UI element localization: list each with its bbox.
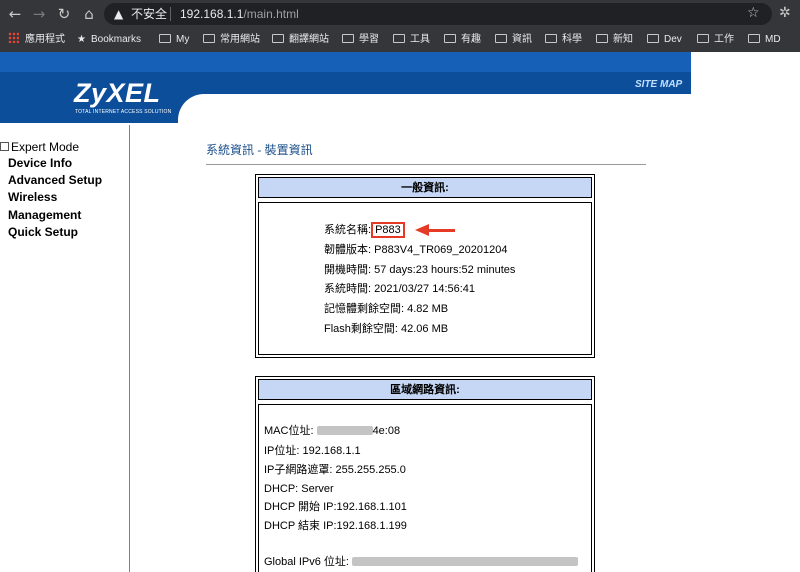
dhcp-start-row: DHCP 開始 IP:192.168.1.101 — [264, 501, 407, 513]
bookmark-folder-translate[interactable]: 翻譯網站 — [272, 32, 329, 48]
header-top-strip — [0, 52, 691, 72]
bookmark-star-icon[interactable]: ☆ — [747, 4, 760, 22]
sidebar-divider — [129, 125, 130, 572]
folder-icon — [495, 34, 507, 43]
ip-row: IP位址: 192.168.1.1 — [264, 445, 361, 457]
forward-icon[interactable]: → — [30, 5, 48, 23]
subnet-row: IP子網路遮罩: 255.255.255.0 — [264, 464, 406, 476]
uptime-row: 開機時間: 57 days:23 hours:52 minutes — [324, 264, 516, 276]
folder-icon — [342, 34, 354, 43]
bookmark-folder-fun[interactable]: 有趣 — [444, 32, 481, 48]
extension-icon[interactable]: ✲ — [779, 4, 791, 22]
home-icon[interactable]: ⌂ — [80, 5, 98, 23]
menu-device-info[interactable]: Device Info — [8, 156, 72, 170]
bookmark-folder-label: Dev — [664, 34, 682, 45]
bookmark-folder-work[interactable]: 工作 — [697, 32, 734, 48]
folder-icon — [393, 34, 405, 43]
ipv6-label: Global IPv6 位址: — [264, 556, 349, 568]
expert-mode-checkbox[interactable] — [0, 142, 9, 151]
url-text[interactable]: 192.168.1.1/main.html — [180, 7, 299, 21]
insecure-label[interactable]: 不安全 — [131, 7, 167, 21]
system-name-value: P883 — [371, 222, 405, 238]
bookmark-apps-label: 應用程式 — [25, 34, 65, 45]
folder-icon — [444, 34, 456, 43]
address-separator — [170, 7, 171, 21]
menu-advanced-setup[interactable]: Advanced Setup — [8, 173, 102, 187]
back-icon[interactable]: ← — [6, 5, 24, 23]
expert-mode-toggle[interactable]: Expert Mode — [0, 140, 79, 154]
site-map-link[interactable]: SITE MAP — [635, 79, 682, 90]
memory-row: 記憶體剩餘空間: 4.82 MB — [324, 303, 449, 315]
router-page: ZyXEL TOTAL INTERNET ACCESS SOLUTION SIT… — [0, 52, 800, 572]
menu-wireless[interactable]: Wireless — [8, 190, 57, 204]
arrow-shaft — [428, 229, 455, 232]
system-name-label: 系統名稱: — [324, 224, 372, 236]
bookmark-folder-label: My — [176, 34, 190, 45]
bookmark-folder-label: 有趣 — [461, 34, 481, 45]
bookmark-folder-news[interactable]: 新知 — [596, 32, 633, 48]
logo-tagline: TOTAL INTERNET ACCESS SOLUTION — [75, 109, 172, 115]
bookmark-folder-common[interactable]: 常用網站 — [203, 32, 260, 48]
bookmark-bookmarks[interactable]: ★ Bookmarks — [77, 32, 141, 48]
flash-row: Flash剩餘空間: 42.06 MB — [324, 323, 449, 335]
zyxel-logo: ZyXEL — [74, 78, 161, 108]
header-curve — [178, 94, 691, 134]
lan-info-heading: 區域網路資訊: — [258, 379, 592, 400]
address-bar[interactable]: ▲ 不安全 192.168.1.1/main.html — [104, 3, 772, 25]
dhcp-end-row: DHCP 結束 IP:192.168.1.199 — [264, 520, 407, 532]
bookmark-apps[interactable]: 應用程式 — [8, 32, 65, 48]
url-host: 192.168.1.1 — [180, 7, 244, 21]
folder-icon — [596, 34, 608, 43]
folder-icon — [697, 34, 709, 43]
browser-chrome: ← → ↻ ⌂ ▲ 不安全 192.168.1.1/main.html ☆ ✲ … — [0, 0, 800, 52]
warning-icon: ▲ — [114, 7, 124, 21]
bookmark-folder-label: 翻譯網站 — [289, 34, 329, 45]
mac-tail: 4e:08 — [372, 425, 401, 437]
reload-icon[interactable]: ↻ — [55, 5, 73, 23]
bookmark-folder-label: 工作 — [714, 34, 734, 45]
bookmark-folder-label: 科學 — [562, 34, 582, 45]
menu-management[interactable]: Management — [8, 208, 81, 222]
bookmark-folder-learn[interactable]: 學習 — [342, 32, 379, 48]
ipv6-redacted — [352, 557, 579, 566]
ipv6-row: Global IPv6 位址: — [264, 555, 579, 569]
menu-quick-setup[interactable]: Quick Setup — [8, 225, 78, 239]
mac-redacted — [316, 426, 373, 435]
bookmark-folder-label: 資訊 — [512, 34, 532, 45]
bookmark-bookmarks-label: Bookmarks — [90, 34, 141, 45]
bookmark-folder-label: 學習 — [359, 34, 379, 45]
expert-mode-label: Expert Mode — [11, 140, 80, 154]
mac-row: MAC位址: 4e:08 — [264, 424, 400, 438]
bookmark-folder-label: 常用網站 — [220, 34, 260, 45]
bookmarks-bar: 應用程式 ★ Bookmarks My 常用網站 翻譯網站 學習 工具 有趣 資訊… — [0, 29, 800, 51]
dhcp-row: DHCP: Server — [264, 483, 334, 495]
system-name-row: 系統名稱: P883 — [324, 222, 405, 238]
bookmark-folder-my[interactable]: My — [159, 32, 189, 48]
folder-icon — [203, 34, 215, 43]
folder-icon — [748, 34, 760, 43]
bookmark-folder-tools[interactable]: 工具 — [393, 32, 430, 48]
apps-grid-icon — [8, 32, 19, 43]
bookmark-folder-dev[interactable]: Dev — [647, 32, 682, 48]
url-path: /main.html — [243, 7, 299, 21]
general-info-heading: 一般資訊: — [258, 177, 592, 198]
mac-label: MAC位址: — [264, 425, 314, 437]
firmware-row: 韌體版本: P883V4_TR069_20201204 — [324, 244, 508, 256]
title-divider — [206, 164, 646, 165]
folder-icon — [159, 34, 171, 43]
bookmark-folder-label: 新知 — [613, 34, 633, 45]
arrow-left-icon — [415, 224, 429, 236]
folder-icon — [272, 34, 284, 43]
bookmark-folder-info[interactable]: 資訊 — [495, 32, 532, 48]
folder-icon — [647, 34, 659, 43]
folder-icon — [545, 34, 557, 43]
bookmark-folder-science[interactable]: 科學 — [545, 32, 582, 48]
browser-toolbar: ← → ↻ ⌂ ▲ 不安全 192.168.1.1/main.html ☆ ✲ — [0, 0, 800, 28]
bookmark-folder-label: 工具 — [410, 34, 430, 45]
bookmark-folder-label: MD — [765, 34, 781, 45]
bookmark-folder-md[interactable]: MD — [748, 32, 781, 48]
star-icon: ★ — [77, 34, 86, 45]
page-title: 系統資訊 - 裝置資訊 — [206, 143, 313, 157]
system-time-row: 系統時間: 2021/03/27 14:56:41 — [324, 283, 476, 295]
